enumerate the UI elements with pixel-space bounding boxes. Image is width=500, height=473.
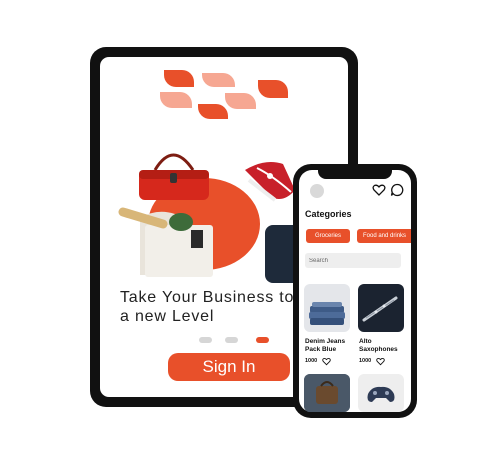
product-price-denim-jeans: 1000 [305, 358, 318, 364]
chip-groceries[interactable]: Groceries [306, 229, 350, 243]
pager-dot-1[interactable] [199, 337, 212, 343]
avatar[interactable] [310, 184, 324, 198]
handbag-icon [139, 153, 209, 200]
sign-in-button[interactable]: Sign In [168, 353, 290, 381]
favorite-heart-icon[interactable] [322, 357, 331, 366]
pager-dot-2[interactable] [225, 337, 238, 343]
product-price-alto-saxophones: 1000 [359, 358, 372, 364]
pager-dot-3-active[interactable] [256, 337, 269, 343]
chip-food-and-drinks[interactable]: Food and drinks [357, 229, 411, 243]
sneaker-icon [245, 162, 295, 202]
product-name-alto-saxophones[interactable]: Alto Saxophones [359, 338, 409, 354]
favorite-heart-icon[interactable] [376, 357, 385, 366]
phone-notch [318, 169, 392, 179]
chat-bubble-icon[interactable] [390, 183, 404, 197]
categories-heading: Categories [305, 209, 352, 219]
heart-icon[interactable] [372, 183, 386, 197]
product-name-denim-jeans[interactable]: Denim Jeans Pack Blue [305, 338, 355, 354]
grocery-bag-icon [118, 207, 213, 277]
product-image-alto-saxophone[interactable] [358, 284, 404, 332]
search-input[interactable] [305, 253, 401, 268]
product-image-controller[interactable] [358, 374, 404, 412]
product-image-denim-jeans[interactable] [304, 284, 350, 332]
product-image-bag[interactable] [304, 374, 350, 412]
